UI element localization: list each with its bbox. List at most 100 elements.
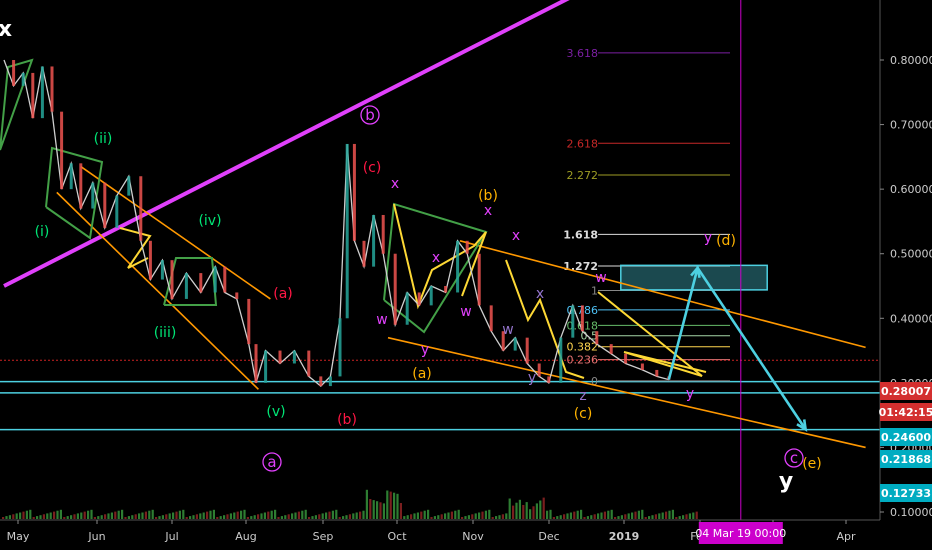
price-badge-label: 0.28007 — [881, 385, 931, 398]
volume-bar — [379, 502, 382, 519]
price-candle — [254, 344, 258, 383]
volume-bar — [267, 511, 270, 519]
volume-bar — [382, 503, 385, 519]
volume-bar — [63, 517, 66, 519]
fib-level-label: 2.272 — [567, 169, 599, 182]
volume-bar — [240, 510, 243, 519]
volume-bar — [15, 513, 18, 519]
volume-bar — [668, 510, 671, 519]
wave-label: x — [512, 228, 520, 244]
volume-bar — [189, 516, 192, 519]
wave-label: y — [779, 469, 793, 494]
price-candle — [640, 363, 644, 370]
volume-bar — [5, 516, 8, 519]
price-candle — [362, 240, 366, 267]
price-badges: 0.28007 01:42:15 0.24600 0.21868 0.12733 — [879, 382, 932, 502]
volume-bar — [39, 515, 42, 519]
volume-bar — [393, 492, 396, 519]
volume-bar — [546, 510, 549, 519]
volume-bar — [682, 515, 685, 519]
price-candle — [489, 305, 493, 332]
price-badge-label: 0.21868 — [881, 453, 931, 466]
volume-bar — [529, 509, 532, 519]
volume-bar — [73, 514, 76, 519]
volume-bar — [97, 516, 100, 519]
time-marker-badge-label: 04 Mar 19 00:00 — [695, 527, 786, 540]
wave-label: (a) — [412, 366, 432, 382]
volume-bar — [8, 515, 11, 519]
price-candle — [319, 376, 323, 387]
volume-bar — [328, 511, 331, 519]
volume-bar — [291, 513, 294, 519]
volume-bar — [110, 512, 113, 519]
volume-bar — [104, 514, 107, 519]
volume-bar — [678, 516, 681, 519]
volume-bar — [355, 512, 358, 519]
volume-bar — [121, 509, 124, 519]
volume-bar — [614, 517, 617, 519]
volume-bar — [518, 499, 521, 519]
volume-bar — [100, 515, 103, 519]
volume-bar — [430, 517, 433, 519]
volume-bar — [423, 510, 426, 519]
volume-bar — [274, 509, 277, 519]
volume-bar — [42, 514, 45, 519]
volume-bar — [420, 511, 423, 519]
wave-label: x — [0, 17, 12, 42]
price-badge-label: 01:42:15 — [879, 406, 932, 419]
volume-bar — [403, 516, 406, 519]
price-candle — [160, 260, 164, 280]
volume-bar — [66, 516, 69, 519]
volume-bar — [168, 513, 171, 519]
price-candle — [525, 337, 529, 364]
volume-bar — [532, 506, 535, 519]
volume-bar — [165, 514, 168, 519]
volume-bar — [508, 498, 511, 519]
volume-bar — [491, 517, 494, 519]
price-candle — [429, 286, 433, 306]
volume-bar — [56, 510, 59, 519]
x-tick-label: Nov — [462, 530, 484, 543]
volume-bar — [695, 511, 698, 519]
price-candle — [345, 143, 349, 319]
price-candle — [456, 240, 460, 293]
volume-bar — [253, 515, 256, 519]
volume-bar — [634, 511, 637, 519]
price-candle — [477, 253, 481, 306]
wave-label: (b) — [478, 188, 498, 204]
x-tick-label: Oct — [387, 530, 407, 543]
volume-bar — [90, 509, 93, 519]
price-candle — [91, 182, 95, 209]
price-candle — [127, 176, 131, 196]
price-candle — [444, 286, 448, 293]
volume-bar — [277, 517, 280, 519]
volume-bar — [525, 502, 528, 519]
elliott-wave-chart[interactable]: 3.6182.6182.2721.6181.27210.7860.6180.50… — [0, 0, 932, 550]
volume-bar — [637, 510, 640, 519]
volume-bar — [410, 514, 413, 519]
volume-bar — [576, 510, 579, 519]
price-candle — [624, 353, 628, 364]
volume-bar — [270, 510, 273, 519]
volume-bar — [304, 509, 307, 519]
volume-bar — [369, 499, 372, 519]
price-candle — [115, 195, 119, 228]
price-candle — [21, 72, 25, 86]
volume-bar — [257, 514, 260, 519]
volume-bar — [610, 509, 613, 519]
price-candle — [547, 376, 551, 383]
volume-bar — [284, 515, 287, 519]
volume-bar — [22, 511, 25, 519]
wave-label: (d) — [716, 233, 736, 249]
volume-bar — [433, 516, 436, 519]
price-candle — [417, 292, 421, 306]
volume-bar — [437, 515, 440, 519]
volume-bar — [243, 509, 246, 519]
volume-bar — [573, 511, 576, 519]
volume-bar — [671, 509, 674, 519]
volume-bar — [246, 517, 249, 519]
volume-bar — [365, 489, 368, 519]
volume-bar — [549, 509, 552, 519]
volume-bar — [359, 511, 362, 519]
wave-label: (e) — [802, 456, 822, 472]
